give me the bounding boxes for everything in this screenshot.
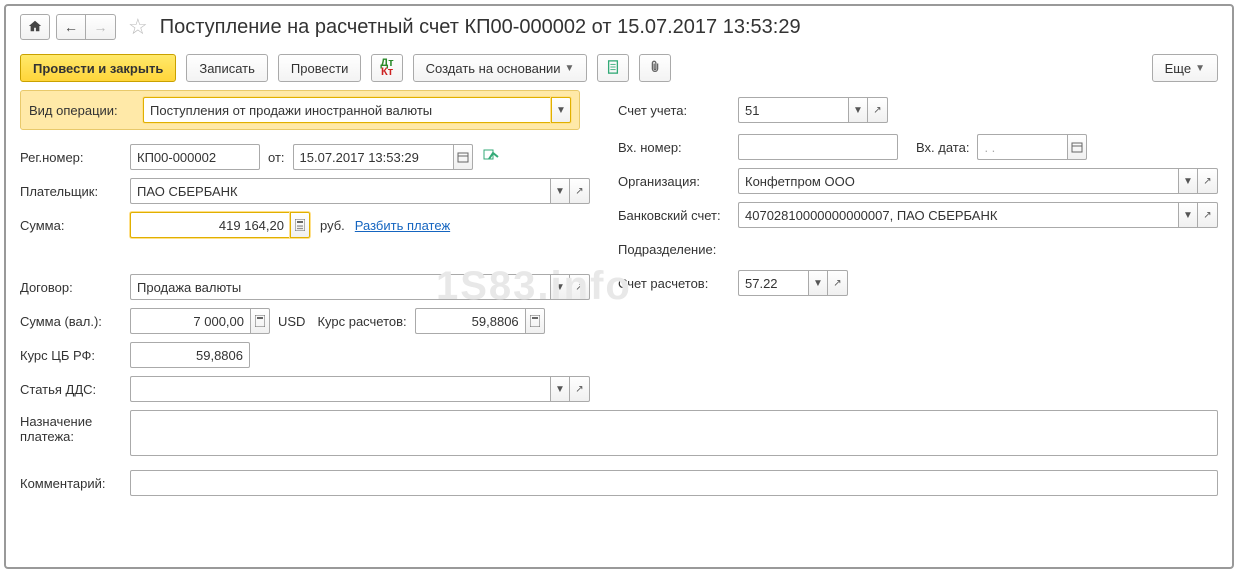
open-icon[interactable]: ↗ [570,178,590,204]
open-icon[interactable]: ↗ [828,270,848,296]
settlement-account-label: Счет расчетов: [618,276,738,291]
date-field[interactable]: 15.07.2017 13:53:29 [293,144,453,170]
account-field[interactable]: 51 [738,97,848,123]
favorite-star-icon[interactable]: ☆ [128,14,148,40]
paperclip-icon [648,60,662,77]
open-icon[interactable]: ↗ [570,376,590,402]
attachment-button[interactable] [639,54,671,82]
rate-field[interactable]: 59,8806 [415,308,525,334]
org-field[interactable]: Конфетпром ООО [738,168,1178,194]
titlebar: ← → ☆ Поступление на расчетный счет КП00… [20,14,1218,40]
operation-kind-field[interactable]: Поступления от продажи иностранной валют… [143,97,551,123]
post-and-close-button[interactable]: Провести и закрыть [20,54,176,82]
settlement-account-field[interactable]: 57.22 [738,270,808,296]
calendar-icon[interactable] [1067,134,1087,160]
reg-number-field[interactable]: КП00-000002 [130,144,260,170]
chevron-down-icon: ▼ [565,63,575,74]
amount-fx-label: Сумма (вал.): [20,314,130,329]
create-based-button[interactable]: Создать на основании ▼ [413,54,588,82]
contract-field[interactable]: Продажа валюты [130,274,550,300]
document-icon-button[interactable] [597,54,629,82]
amount-fx-field[interactable]: 7 000,00 [130,308,250,334]
comment-field[interactable] [130,470,1218,496]
calculator-icon[interactable] [290,212,310,238]
amount-label: Сумма: [20,218,130,233]
dropdown-icon[interactable]: ▼ [551,97,571,123]
account-label: Счет учета: [618,103,738,118]
open-icon[interactable]: ↗ [570,274,590,300]
nav-forward-button[interactable]: → [86,14,116,40]
dds-label: Статья ДДС: [20,382,130,397]
amount-field[interactable]: 419 164,20 [130,212,290,238]
department-label: Подразделение: [618,242,738,257]
page-title: Поступление на расчетный счет КП00-00000… [160,16,801,39]
home-button[interactable] [20,14,50,40]
in-number-label: Вх. номер: [618,140,738,155]
document-icon [606,60,620,77]
open-icon[interactable]: ↗ [1198,168,1218,194]
dtkt-icon: ДтКт [380,59,393,77]
save-button[interactable]: Записать [186,54,268,82]
payer-label: Плательщик: [20,184,130,199]
payer-field[interactable]: ПАО СБЕРБАНК [130,178,550,204]
dds-field[interactable] [130,376,550,402]
in-number-field[interactable] [738,134,898,160]
dropdown-icon[interactable]: ▼ [1178,168,1198,194]
chevron-down-icon: ▼ [1195,63,1205,74]
dtkt-button[interactable]: ДтКт [371,54,402,82]
currency-label: руб. [320,218,345,233]
dropdown-icon[interactable]: ▼ [848,97,868,123]
split-payment-link[interactable]: Разбить платеж [355,218,450,233]
status-ok-icon [483,149,499,166]
home-icon [28,19,42,36]
in-date-label: Вх. дата: [916,140,969,155]
dropdown-icon[interactable]: ▼ [550,274,570,300]
dropdown-icon[interactable]: ▼ [550,178,570,204]
reg-number-label: Рег.номер: [20,150,130,165]
toolbar: Провести и закрыть Записать Провести ДтК… [20,54,1218,82]
dropdown-icon[interactable]: ▼ [550,376,570,402]
open-icon[interactable]: ↗ [868,97,888,123]
contract-label: Договор: [20,280,130,295]
org-label: Организация: [618,174,738,189]
calculator-icon[interactable] [525,308,545,334]
bank-account-field[interactable]: 40702810000000000007, ПАО СБЕРБАНК [738,202,1178,228]
calendar-icon[interactable] [453,144,473,170]
comment-label: Комментарий: [20,476,130,491]
purpose-label: Назначение платежа: [20,410,130,444]
operation-kind-label: Вид операции: [29,103,139,118]
in-date-field[interactable]: . . [977,134,1067,160]
arrow-left-icon: ← [64,19,78,35]
post-button[interactable]: Провести [278,54,362,82]
date-from-label: от: [268,150,285,165]
nav-back-button[interactable]: ← [56,14,86,40]
rate-label: Курс расчетов: [317,314,406,329]
more-button[interactable]: Еще ▼ [1152,54,1218,82]
purpose-field[interactable] [130,410,1218,456]
cb-rate-field[interactable]: 59,8806 [130,342,250,368]
bank-account-label: Банковский счет: [618,208,738,223]
dropdown-icon[interactable]: ▼ [808,270,828,296]
open-icon[interactable]: ↗ [1198,202,1218,228]
dropdown-icon[interactable]: ▼ [1178,202,1198,228]
fx-currency-label: USD [278,314,305,329]
operation-kind-row: Вид операции: Поступления от продажи ино… [20,90,580,130]
calculator-icon[interactable] [250,308,270,334]
cb-rate-label: Курс ЦБ РФ: [20,348,130,363]
arrow-right-icon: → [94,19,108,35]
